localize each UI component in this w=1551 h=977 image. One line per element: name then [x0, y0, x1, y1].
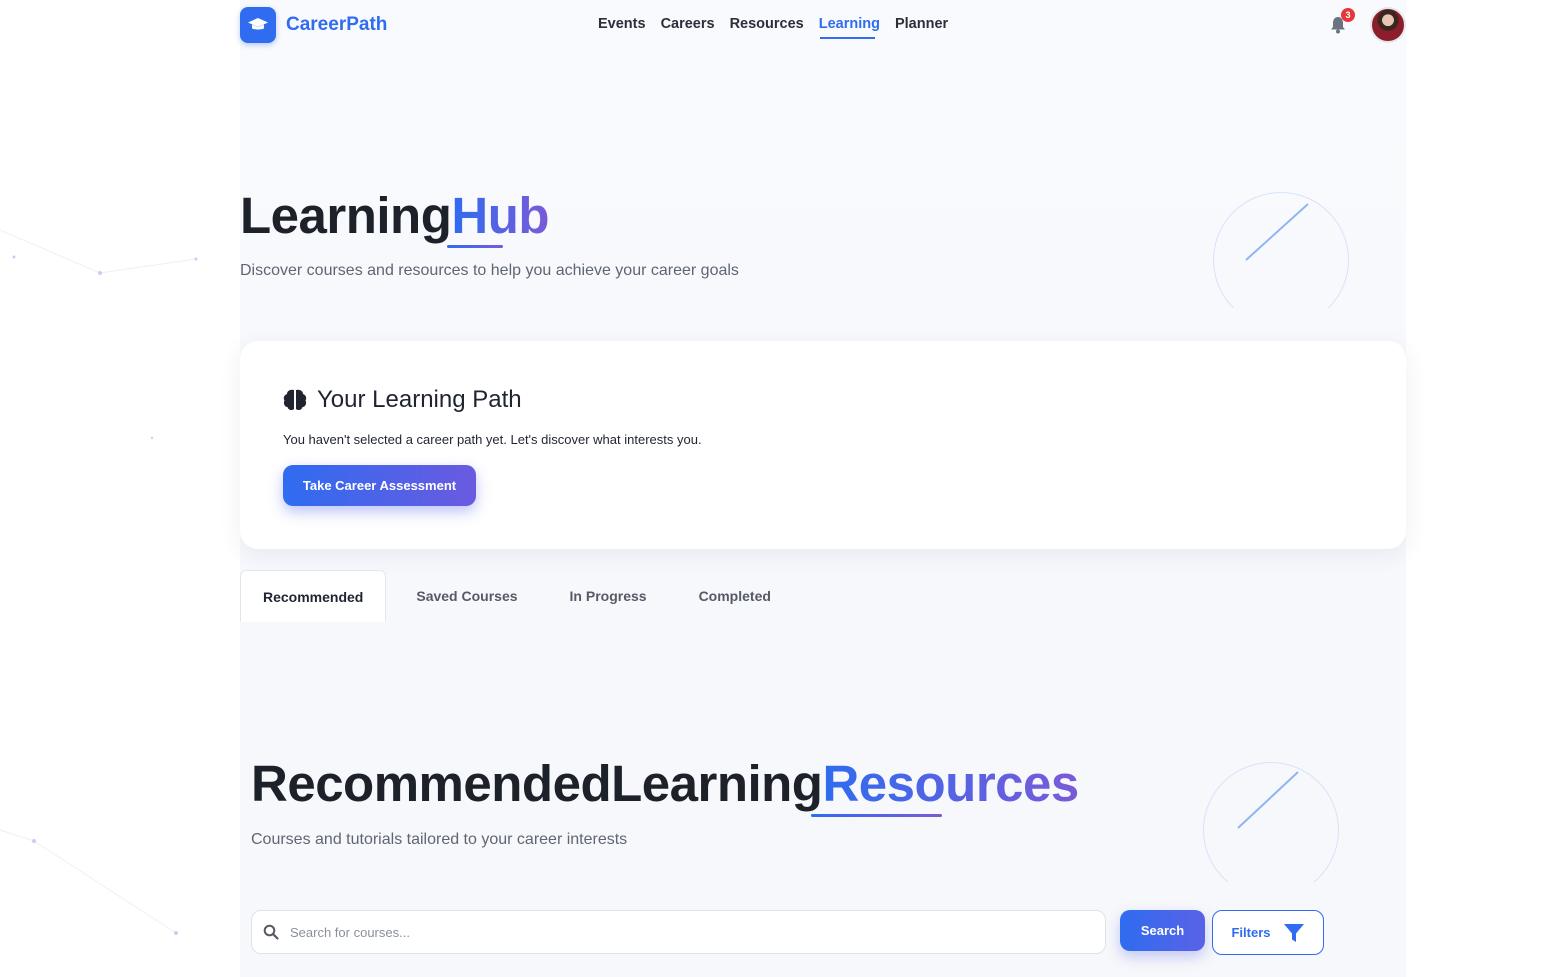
funnel-icon: [1283, 923, 1304, 942]
learning-path-title: Your Learning Path: [317, 386, 522, 413]
tab-saved-courses[interactable]: Saved Courses: [386, 570, 539, 622]
page-title-part-1: Learning: [240, 187, 452, 244]
top-header: CareerPath Events Careers Resources Lear…: [240, 0, 1406, 52]
section-title: RecommendedLearningResources: [251, 754, 1079, 813]
brand-logo[interactable]: CareerPath: [240, 7, 387, 43]
take-career-assessment-button[interactable]: Take Career Assessment: [283, 465, 476, 506]
decorative-line-2: [1237, 771, 1299, 829]
brain-icon: [283, 389, 307, 411]
tab-completed[interactable]: Completed: [669, 570, 793, 622]
nav-events[interactable]: Events: [598, 16, 646, 36]
tab-recommended[interactable]: Recommended: [240, 570, 387, 622]
title-underline: [447, 245, 503, 248]
filters-button[interactable]: Filters: [1212, 910, 1324, 955]
search-button[interactable]: Search: [1120, 910, 1205, 951]
page-subtitle: Discover courses and resources to help y…: [240, 262, 739, 279]
page-title: LearningHub: [240, 186, 549, 245]
learning-path-card: Your Learning Path You haven't selected …: [240, 341, 1406, 549]
nav-careers[interactable]: Careers: [661, 16, 715, 36]
nav-resources[interactable]: Resources: [730, 16, 804, 36]
learning-tabs: Recommended Saved Courses In Progress Co…: [240, 570, 793, 622]
nav-planner[interactable]: Planner: [895, 16, 948, 36]
graduation-cap-icon: [240, 7, 276, 43]
section-subtitle: Courses and tutorials tailored to your c…: [251, 831, 628, 848]
section-title-underline: [811, 814, 942, 817]
search-icon: [263, 924, 279, 940]
search-input[interactable]: [290, 924, 1080, 940]
main-nav: Events Careers Resources Learning Planne…: [598, 16, 948, 39]
course-search-bar: [251, 910, 1106, 954]
section-title-part-2: Learning: [611, 755, 823, 812]
learning-path-description: You haven't selected a career path yet. …: [283, 432, 702, 447]
nav-learning[interactable]: Learning: [819, 16, 880, 39]
section-title-part-1: Recommended: [251, 755, 612, 812]
filters-label: Filters: [1231, 925, 1271, 940]
section-title-part-3: Resources: [822, 755, 1079, 812]
learning-path-heading: Your Learning Path: [283, 386, 522, 414]
decorative-line-1: [1245, 203, 1309, 261]
page-title-part-2: Hub: [451, 187, 549, 244]
notification-badge: 3: [1341, 8, 1355, 22]
avatar[interactable]: [1370, 7, 1406, 43]
brand-name: CareerPath: [286, 14, 388, 35]
tab-in-progress[interactable]: In Progress: [540, 570, 669, 622]
